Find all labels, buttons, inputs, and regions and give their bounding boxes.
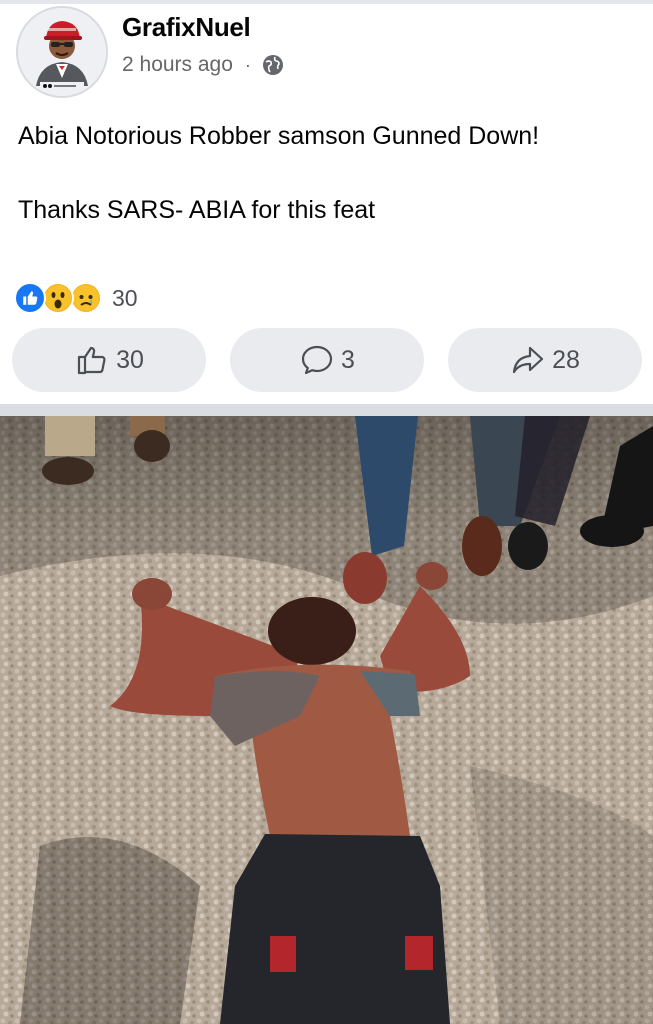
meta-separator: · xyxy=(244,54,251,75)
reactions-summary[interactable]: 30 xyxy=(14,280,138,316)
comment-count: 3 xyxy=(341,345,355,374)
section-divider xyxy=(0,404,653,416)
author-avatar[interactable] xyxy=(16,6,108,98)
comment-button[interactable]: 3 xyxy=(230,328,424,392)
comment-icon xyxy=(301,345,333,375)
share-count: 28 xyxy=(552,345,580,374)
reaction-count: 30 xyxy=(112,284,138,311)
post-text-caption: Thanks SARS- ABIA for this feat xyxy=(18,196,376,224)
author-name[interactable]: GrafixNuel xyxy=(122,12,251,43)
post-meta: 2 hours ago · xyxy=(122,53,285,77)
photo-image xyxy=(0,416,653,1024)
sad-reaction-icon xyxy=(70,282,102,314)
share-arrow-icon xyxy=(512,346,544,374)
top-border xyxy=(0,0,653,4)
post-text-headline: Abia Notorious Robber samson Gunned Down… xyxy=(18,122,540,150)
globe-icon[interactable] xyxy=(261,53,285,77)
post-body: Abia Notorious Robber samson Gunned Down… xyxy=(18,118,618,228)
avatar-illustration xyxy=(18,8,106,96)
thumbs-up-icon xyxy=(77,346,106,375)
like-reaction-icon xyxy=(14,282,46,314)
post-photo[interactable] xyxy=(0,416,653,1024)
like-button[interactable]: 30 xyxy=(12,328,206,392)
share-button[interactable]: 28 xyxy=(448,328,642,392)
wow-reaction-icon xyxy=(42,282,74,314)
like-count: 30 xyxy=(116,345,144,374)
post-timestamp[interactable]: 2 hours ago xyxy=(122,53,233,77)
